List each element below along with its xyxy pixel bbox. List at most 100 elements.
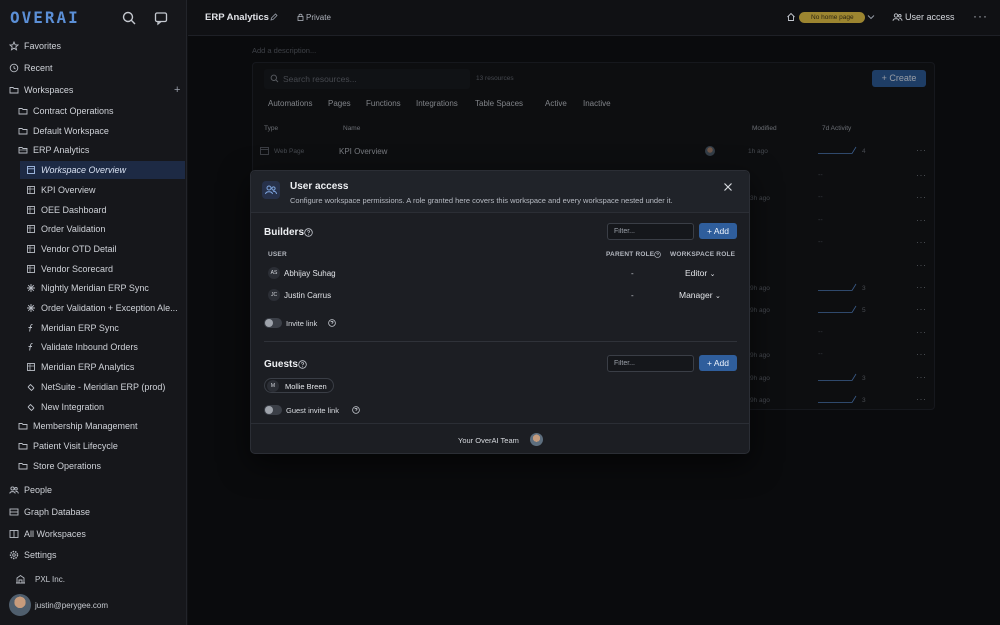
workspace-role-select[interactable]: Manager ⌄ [679, 290, 721, 300]
grid-icon [9, 530, 19, 538]
user-access-button[interactable]: User access [905, 12, 955, 22]
help-icon[interactable] [352, 406, 360, 414]
edit-icon[interactable] [270, 13, 278, 21]
close-icon[interactable] [723, 182, 733, 192]
table-icon [27, 363, 35, 372]
nav-settings[interactable]: Settings [0, 546, 187, 564]
guest-invite-link-toggle[interactable] [264, 405, 282, 415]
sidebar-item-label: Patient Visit Lifecycle [33, 440, 118, 451]
people-icon [9, 486, 19, 494]
chevron-down-icon: ⌄ [714, 293, 721, 300]
sidebar-item[interactable]: Contract Operations [0, 102, 187, 120]
user-avatar[interactable] [9, 594, 31, 616]
sidebar-item-label: ERP Analytics [33, 145, 90, 156]
guest-name: Mollie Breen [285, 382, 327, 391]
add-workspace-icon[interactable]: + [174, 84, 180, 96]
workspace-role-select[interactable]: Editor ⌄ [685, 268, 715, 278]
sidebar-item[interactable]: New Integration [0, 398, 187, 416]
team-avatar [530, 433, 543, 446]
nav-all-workspaces-label: All Workspaces [24, 529, 86, 539]
sidebar-item[interactable]: Patient Visit Lifecycle [0, 437, 187, 455]
sidebar-item-label: Vendor OTD Detail [41, 243, 117, 254]
folder-icon [18, 127, 28, 135]
sidebar-item[interactable]: Order Validation + Exception Ale... [0, 299, 187, 317]
sidebar-item[interactable]: Vendor Scorecard [0, 260, 187, 278]
workspace-role-value: Manager [679, 290, 713, 300]
sidebar-item-label: Default Workspace [33, 125, 109, 136]
automation-icon [27, 304, 35, 312]
sidebar-item[interactable]: Workspace Overview [20, 161, 185, 180]
nav-all-workspaces[interactable]: All Workspaces [0, 525, 187, 543]
sidebar-item[interactable]: Membership Management [0, 417, 187, 435]
nav-people[interactable]: People [0, 481, 187, 499]
sidebar-item[interactable]: Vendor OTD Detail [0, 240, 187, 258]
user-email[interactable]: justin@perygee.com [35, 601, 108, 610]
sidebar-item[interactable]: Nightly Meridian ERP Sync [0, 279, 187, 297]
sidebar-item-label: Membership Management [33, 421, 138, 432]
guest-initials-avatar: M [267, 380, 279, 392]
chevron-down-icon[interactable] [867, 14, 875, 20]
sidebar-item[interactable]: KPI Overview [0, 181, 187, 199]
nav-favorites[interactable]: Favorites [0, 37, 187, 55]
lock-icon [297, 13, 304, 21]
nav-graph-database[interactable]: Graph Database [0, 503, 187, 521]
privacy-status: Private [306, 13, 331, 22]
sidebar-item[interactable]: ERP Analytics [0, 141, 187, 159]
add-builder-button[interactable]: + Add [699, 223, 737, 239]
sidebar-item[interactable]: Order Validation [0, 220, 187, 238]
sidebar-item-label: Meridian ERP Analytics [41, 362, 135, 373]
sidebar-item-label: Order Validation [41, 224, 106, 235]
sidebar-item[interactable]: OEE Dashboard [0, 201, 187, 219]
user-initials-avatar: JC [268, 289, 280, 301]
sidebar-item[interactable]: Validate Inbound Orders [0, 338, 187, 356]
nav-favorites-label: Favorites [24, 41, 62, 51]
nav-workspaces[interactable]: Workspaces [0, 81, 187, 99]
add-guest-button[interactable]: + Add [699, 355, 737, 371]
help-icon[interactable] [654, 251, 661, 258]
chevron-down-icon: ⌄ [709, 271, 716, 278]
search-icon[interactable] [121, 10, 137, 26]
sidebar-item[interactable]: Meridian ERP Sync [0, 319, 187, 337]
automation-icon [27, 284, 35, 293]
users-icon [892, 13, 903, 21]
sidebar-item[interactable]: NetSuite - Meridian ERP (prod) [0, 378, 187, 396]
home-icon[interactable] [786, 12, 796, 22]
sidebar-item-label: NetSuite - Meridian ERP (prod) [41, 381, 166, 392]
sidebar-item-label: Nightly Meridian ERP Sync [41, 283, 149, 294]
builders-title: Builders [264, 227, 305, 238]
folder-open-icon [9, 87, 19, 94]
guest-chip[interactable]: M Mollie Breen [264, 378, 334, 393]
sidebar-item-label: OEE Dashboard [41, 204, 107, 215]
clock-icon [9, 63, 19, 73]
sidebar-item[interactable]: Default Workspace [0, 122, 187, 140]
guests-title: Guests [264, 359, 298, 370]
org-name[interactable]: PXL Inc. [35, 575, 65, 584]
parent-role-value: - [631, 291, 634, 300]
column-workspace-role: WORKSPACE ROLE [670, 251, 736, 258]
guests-filter-input[interactable] [607, 355, 694, 372]
sidebar-item[interactable]: Meridian ERP Analytics [0, 358, 187, 376]
folder-icon [18, 108, 28, 115]
help-icon[interactable] [304, 228, 313, 237]
sidebar-item[interactable]: Store Operations [0, 457, 187, 475]
folder-icon [18, 423, 28, 430]
help-icon[interactable] [328, 319, 336, 327]
building-icon [16, 574, 25, 584]
function-icon [28, 343, 33, 351]
nav-workspaces-label: Workspaces [24, 85, 74, 95]
user-name: Abhijay Suhag [284, 269, 336, 278]
help-icon[interactable] [298, 360, 307, 369]
more-options-icon[interactable]: ··· [973, 9, 988, 23]
chat-icon[interactable] [153, 10, 169, 26]
nav-recent[interactable]: Recent [0, 59, 187, 77]
footer-text: Your OverAI Team [458, 436, 519, 445]
nav-graph-database-label: Graph Database [24, 507, 91, 517]
sidebar: OVERAI Favorites Recent Workspaces + Con… [0, 0, 187, 625]
invite-link-toggle[interactable] [264, 318, 282, 328]
user-initials-avatar: AS [268, 267, 280, 279]
nav-settings-label: Settings [24, 550, 57, 560]
user-access-modal: User access Configure workspace permissi… [250, 170, 750, 454]
gear-icon [9, 550, 19, 560]
builders-filter-input[interactable] [607, 223, 694, 240]
home-page-badge[interactable]: No home page [799, 12, 865, 23]
